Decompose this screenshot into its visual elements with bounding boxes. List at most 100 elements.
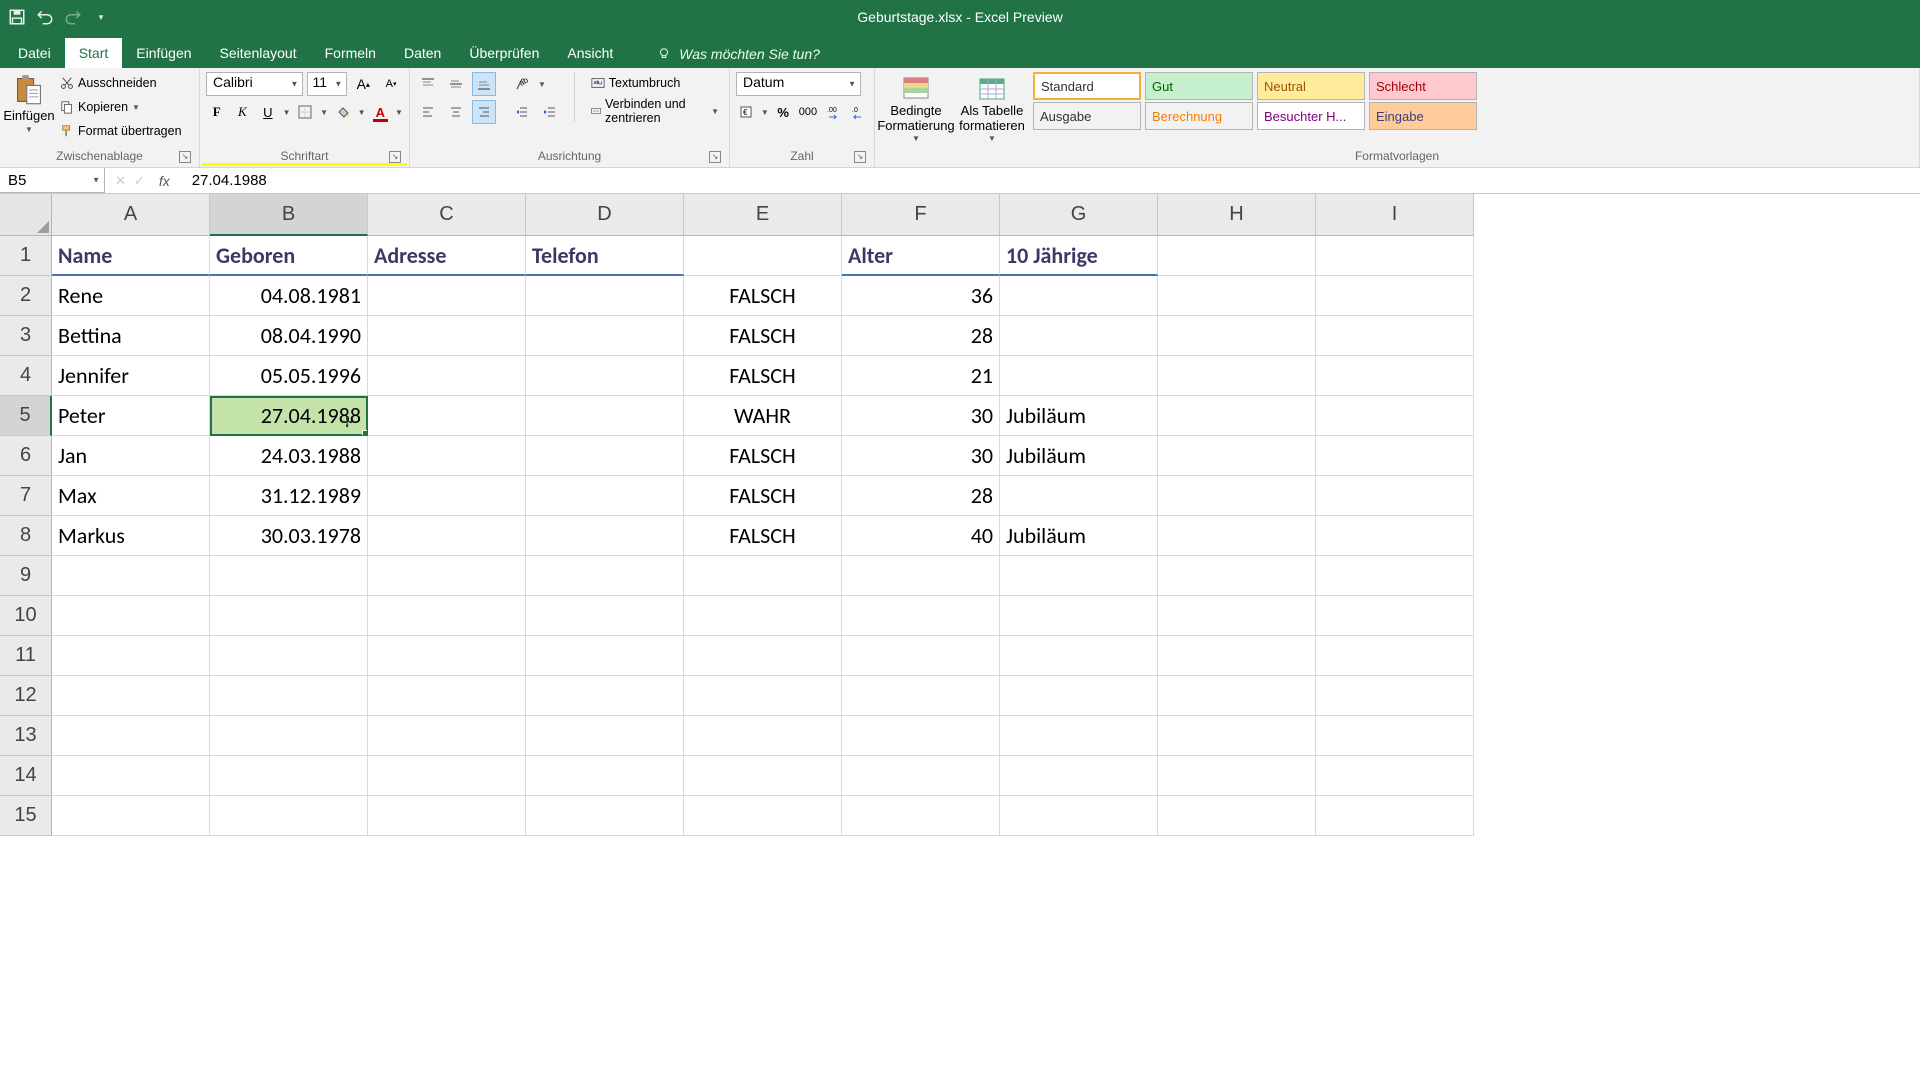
cell[interactable] (1000, 476, 1158, 516)
cell[interactable] (368, 276, 526, 316)
cell[interactable] (526, 316, 684, 356)
cell[interactable] (1316, 516, 1474, 556)
column-header-I[interactable]: I (1316, 194, 1474, 236)
cell[interactable] (526, 676, 684, 716)
row-header[interactable]: 6 (0, 436, 52, 476)
cell[interactable]: Bettina (52, 316, 210, 356)
cell-style-berechnung[interactable]: Berechnung (1145, 102, 1253, 130)
number-format-select[interactable]: Datum▼ (736, 72, 861, 96)
merge-center-button[interactable]: Verbinden und zentrieren ▼ (587, 100, 723, 122)
cell[interactable] (368, 516, 526, 556)
cancel-icon[interactable]: ✕ (115, 173, 126, 189)
font-size-select[interactable]: 11▼ (307, 72, 347, 96)
cell[interactable] (368, 316, 526, 356)
cell[interactable] (1000, 356, 1158, 396)
cell[interactable] (1316, 476, 1474, 516)
cell[interactable] (1316, 556, 1474, 596)
name-box[interactable]: B5 ▼ (0, 168, 105, 193)
cell[interactable] (1000, 716, 1158, 756)
cell[interactable] (210, 556, 368, 596)
cell[interactable]: Jubiläum (1000, 516, 1158, 556)
cell[interactable] (1316, 356, 1474, 396)
cell[interactable] (52, 556, 210, 596)
cell[interactable]: Adresse (368, 236, 526, 276)
align-left-button[interactable] (416, 100, 440, 124)
cell[interactable] (1316, 436, 1474, 476)
cell[interactable] (52, 796, 210, 836)
cell[interactable] (1000, 596, 1158, 636)
font-color-button[interactable]: A (370, 100, 392, 124)
tab-ansicht[interactable]: Ansicht (553, 38, 627, 68)
cell[interactable] (526, 516, 684, 556)
chevron-down-icon[interactable]: ▼ (358, 108, 366, 117)
column-header-F[interactable]: F (842, 194, 1000, 236)
dialog-launcher-icon[interactable]: ↘ (389, 151, 401, 163)
cell[interactable]: FALSCH (684, 356, 842, 396)
cell[interactable] (1000, 276, 1158, 316)
cell[interactable] (1158, 636, 1316, 676)
cell[interactable]: 36 (842, 276, 1000, 316)
cell[interactable]: 30.03.1978 (210, 516, 368, 556)
cell[interactable] (1158, 556, 1316, 596)
cell[interactable] (842, 636, 1000, 676)
cell[interactable]: 04.08.1981 (210, 276, 368, 316)
cell[interactable]: 30 (842, 396, 1000, 436)
format-as-table-button[interactable]: Als Tabelle formatieren ▼ (957, 72, 1027, 143)
conditional-formatting-button[interactable]: Bedingte Formatierung ▼ (881, 72, 951, 143)
cell[interactable]: 27.04.1988✢ (210, 396, 368, 436)
undo-icon[interactable] (36, 8, 54, 26)
cell[interactable]: 28 (842, 476, 1000, 516)
cell[interactable]: 28 (842, 316, 1000, 356)
orientation-button[interactable]: ab (510, 72, 534, 96)
cell[interactable] (1158, 436, 1316, 476)
wrap-text-button[interactable]: ab Textumbruch (587, 72, 723, 94)
row-header[interactable]: 4 (0, 356, 52, 396)
cell[interactable]: WAHR (684, 396, 842, 436)
cell[interactable] (1316, 316, 1474, 356)
cell[interactable] (52, 756, 210, 796)
cell-style-standard[interactable]: Standard (1033, 72, 1141, 100)
format-painter-button[interactable]: Format übertragen (56, 120, 186, 142)
cell[interactable] (684, 596, 842, 636)
cut-button[interactable]: Ausschneiden (56, 72, 186, 94)
row-header[interactable]: 3 (0, 316, 52, 356)
cell[interactable]: Telefon (526, 236, 684, 276)
align-center-button[interactable] (444, 100, 468, 124)
column-header-A[interactable]: A (52, 194, 210, 236)
cell[interactable]: Alter (842, 236, 1000, 276)
cell[interactable]: FALSCH (684, 476, 842, 516)
cell[interactable]: 05.05.1996 (210, 356, 368, 396)
enter-icon[interactable]: ✓ (134, 173, 145, 189)
row-header[interactable]: 14 (0, 756, 52, 796)
cell[interactable] (1316, 756, 1474, 796)
tab-daten[interactable]: Daten (390, 38, 455, 68)
cell[interactable] (1000, 756, 1158, 796)
cell[interactable] (1158, 316, 1316, 356)
cell[interactable] (684, 756, 842, 796)
tab-einfügen[interactable]: Einfügen (122, 38, 205, 68)
cell[interactable] (1316, 596, 1474, 636)
cell[interactable]: 30 (842, 436, 1000, 476)
cell[interactable]: Jubiläum (1000, 396, 1158, 436)
row-header[interactable]: 13 (0, 716, 52, 756)
cell[interactable] (210, 676, 368, 716)
decrease-indent-button[interactable] (510, 100, 534, 124)
cell[interactable] (842, 556, 1000, 596)
cell[interactable] (526, 796, 684, 836)
dialog-launcher-icon[interactable]: ↘ (179, 151, 191, 163)
chevron-down-icon[interactable]: ▼ (283, 108, 291, 117)
cell-style-eingabe[interactable]: Eingabe (1369, 102, 1477, 130)
row-header[interactable]: 9 (0, 556, 52, 596)
tab-formeln[interactable]: Formeln (311, 38, 390, 68)
dialog-launcher-icon[interactable]: ↘ (854, 151, 866, 163)
shrink-font-button[interactable]: A▾ (379, 72, 403, 96)
cell[interactable] (210, 756, 368, 796)
cell[interactable] (52, 596, 210, 636)
cell[interactable]: Jan (52, 436, 210, 476)
column-header-B[interactable]: B (210, 194, 368, 236)
cell[interactable]: 24.03.1988 (210, 436, 368, 476)
tab-datei[interactable]: Datei (4, 38, 65, 68)
cell[interactable]: Markus (52, 516, 210, 556)
align-bottom-button[interactable] (472, 72, 496, 96)
select-all-corner[interactable] (0, 194, 52, 236)
